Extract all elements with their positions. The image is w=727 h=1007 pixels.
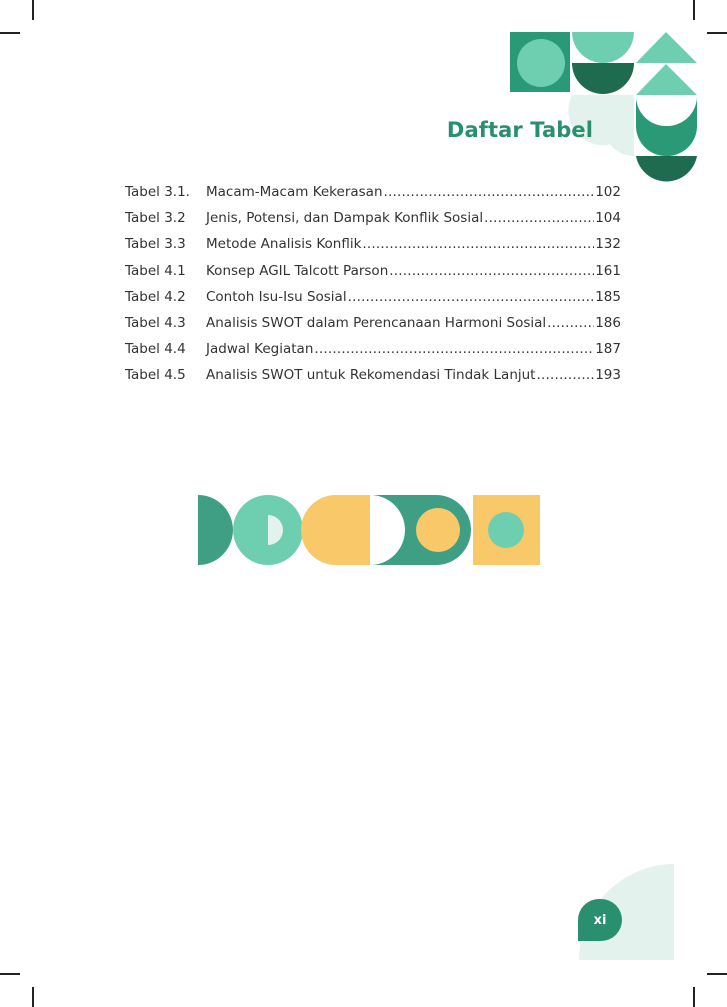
- table-list: Tabel 3.1. Macam-Macam Kekerasan 102 Tab…: [125, 184, 621, 394]
- table-entry: Tabel 3.1. Macam-Macam Kekerasan 102: [125, 184, 621, 210]
- dot-leader: [389, 263, 594, 279]
- table-entry: Tabel 3.2 Jenis, Potensi, dan Dampak Kon…: [125, 210, 621, 236]
- dot-leader: [484, 210, 594, 226]
- table-page: 102: [595, 184, 621, 200]
- table-number: Tabel 3.2: [125, 210, 186, 227]
- middle-lens: [301, 495, 370, 565]
- table-title: Macam-Macam Kekerasan: [206, 184, 383, 200]
- ornament-half-circle-top: [572, 32, 634, 63]
- ornament-triangle-1: [636, 32, 697, 63]
- table-number: Tabel 4.3: [125, 314, 186, 331]
- table-page: 104: [595, 210, 621, 227]
- table-title: Metode Analisis Konflik: [206, 236, 362, 253]
- table-entry: Tabel 4.2 Contoh Isu-Isu Sosial 185: [125, 289, 621, 315]
- table-page: 132: [595, 236, 621, 253]
- table-entry: Tabel 4.3 Analisis SWOT dalam Perencanaa…: [125, 315, 621, 341]
- page-number-badge: xi: [578, 899, 622, 941]
- table-title: Analisis SWOT untuk Rekomendasi Tindak L…: [206, 367, 536, 384]
- ornament-circle: [517, 39, 565, 87]
- middle-half-circle-2: [233, 495, 268, 565]
- table-entry: Tabel 3.3 Metode Analisis Konflik 132: [125, 236, 621, 262]
- table-number: Tabel 4.4: [125, 341, 186, 358]
- table-title: Jenis, Potensi, dan Dampak Konflik Sosia…: [206, 210, 484, 227]
- table-page: 187: [595, 341, 621, 358]
- table-number: Tabel 3.1.: [125, 184, 190, 200]
- table-number: Tabel 4.5: [125, 367, 186, 384]
- table-title: Konsep AGIL Talcott Parson: [206, 262, 389, 279]
- dot-leader: [536, 367, 594, 383]
- middle-teal-circle: [488, 512, 524, 548]
- table-entry: Tabel 4.1 Konsep AGIL Talcott Parson 161: [125, 263, 621, 289]
- middle-half-circle-1: [198, 495, 233, 565]
- ornament-pale-drop: [604, 126, 634, 156]
- table-title: Analisis SWOT dalam Perencanaan Harmoni …: [206, 314, 547, 331]
- table-entry: Tabel 4.4 Jadwal Kegiatan 187: [125, 341, 621, 367]
- table-page: 185: [595, 288, 621, 305]
- table-page: 186: [595, 314, 621, 331]
- table-title: Jadwal Kegiatan: [206, 341, 314, 358]
- page-title: Daftar Tabel: [446, 118, 593, 142]
- table-number: Tabel 4.1: [125, 262, 186, 279]
- ornament-bowl: [636, 156, 697, 182]
- dot-leader: [547, 315, 594, 331]
- table-number: Tabel 3.3: [125, 236, 186, 253]
- decorative-shapes: [198, 32, 697, 960]
- table-page: 161: [595, 262, 621, 279]
- table-number: Tabel 4.2: [125, 288, 186, 305]
- dot-leader: [384, 184, 595, 200]
- header-ornament: [510, 32, 697, 182]
- ornament-triangle-2: [636, 64, 697, 95]
- table-page: 193: [595, 367, 621, 384]
- table-entry: Tabel 4.5 Analisis SWOT untuk Rekomendas…: [125, 367, 621, 393]
- middle-ornament: [198, 495, 540, 565]
- dot-leader: [348, 289, 595, 305]
- dot-leader: [362, 236, 594, 252]
- table-title: Contoh Isu-Isu Sosial: [206, 288, 347, 305]
- ornament-half-circle-dark: [572, 63, 634, 94]
- middle-yellow-circle: [416, 508, 460, 552]
- dot-leader: [314, 341, 594, 357]
- ornament-leaf: [636, 96, 697, 157]
